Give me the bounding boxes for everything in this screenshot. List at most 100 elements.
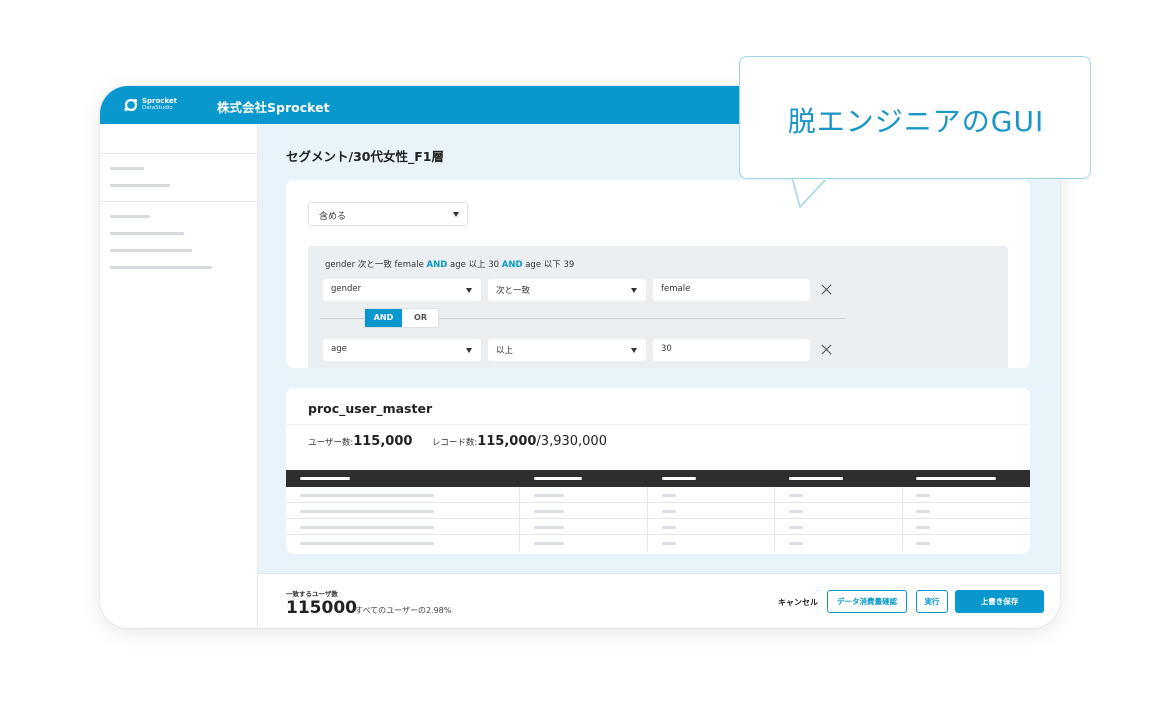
value-input[interactable]: 30	[653, 339, 810, 361]
chevron-down-icon	[631, 288, 637, 293]
cancel-button[interactable]: キャンセル	[778, 597, 818, 608]
table-cell	[916, 526, 930, 529]
summary-text: age 以上 30	[447, 260, 502, 270]
column-header[interactable]	[916, 477, 996, 480]
chevron-down-icon	[453, 212, 459, 217]
table-cell	[300, 542, 434, 545]
logo-subtitle: DataStudio	[142, 105, 173, 111]
footer-bar: 一致するユーザ数 115000 すべてのユーザーの2.98% キャンセル データ…	[258, 573, 1060, 628]
table-cell	[534, 510, 564, 513]
users-label: ユーザー数:	[308, 438, 354, 448]
field-select-value: age	[331, 344, 347, 354]
run-button[interactable]: 実行	[916, 590, 948, 613]
match-count: 115000	[286, 598, 357, 618]
records-label: レコード数:	[431, 438, 478, 448]
sidebar-item-placeholder[interactable]	[110, 266, 212, 269]
main-content: セグメント/30代女性_F1層 含める gender 次と一致 female A…	[258, 124, 1060, 573]
table-row[interactable]	[286, 487, 1030, 503]
sidebar-item-placeholder[interactable]	[110, 215, 150, 218]
field-select[interactable]: age	[323, 339, 481, 361]
field-select-value: gender	[331, 284, 362, 294]
sidebar-divider	[100, 201, 258, 202]
table-header	[286, 470, 1030, 487]
table-cell	[300, 526, 434, 529]
table-cell	[662, 542, 676, 545]
table-name: proc_user_master	[308, 401, 433, 416]
condition-group: gender 次と一致 female AND age 以上 30 AND age…	[308, 246, 1008, 368]
and-toggle-button[interactable]: AND	[365, 309, 402, 327]
table-cell	[789, 542, 803, 545]
sidebar-item-placeholder[interactable]	[110, 184, 170, 187]
table-row[interactable]	[286, 519, 1030, 535]
column-header[interactable]	[789, 477, 843, 480]
table-cell	[789, 494, 803, 497]
close-icon[interactable]	[820, 343, 834, 357]
or-toggle-button[interactable]: OR	[402, 309, 439, 327]
page-title: セグメント/30代女性_F1層	[286, 149, 444, 164]
table-cell	[789, 510, 803, 513]
table-cell	[534, 542, 564, 545]
summary-keyword: AND	[501, 260, 523, 270]
column-divider	[647, 487, 648, 551]
operator-select[interactable]: 以上	[488, 339, 646, 361]
column-header[interactable]	[662, 477, 696, 480]
close-icon[interactable]	[820, 283, 834, 297]
column-header[interactable]	[300, 477, 350, 480]
table-row[interactable]	[286, 503, 1030, 519]
card-divider	[286, 424, 1030, 425]
users-count: 115,000	[353, 434, 413, 449]
column-header[interactable]	[534, 477, 582, 480]
condition-summary: gender 次と一致 female AND age 以上 30 AND age…	[325, 258, 574, 270]
table-cell	[662, 526, 676, 529]
callout-tail	[791, 177, 830, 209]
include-select[interactable]: 含める	[308, 202, 468, 226]
value-input[interactable]: female	[653, 279, 810, 301]
value-input-text: female	[661, 284, 691, 294]
operator-select-value: 次と一致	[496, 286, 531, 296]
sidebar-item-placeholder[interactable]	[110, 232, 184, 235]
records-count: 115,000	[477, 434, 537, 449]
chevron-down-icon	[466, 288, 472, 293]
include-select-value: 含める	[319, 212, 347, 222]
table-cell	[916, 510, 930, 513]
sprocket-logo-icon	[124, 98, 138, 112]
table-cell	[789, 526, 803, 529]
table-cell	[916, 494, 930, 497]
company-name: 株式会社Sprocket	[217, 100, 330, 115]
save-button[interactable]: 上書き保存	[955, 590, 1044, 613]
sidebar-item-placeholder[interactable]	[110, 167, 144, 170]
match-percent: すべてのユーザーの2.98%	[355, 606, 452, 615]
sidebar-divider	[100, 153, 258, 154]
table-card: proc_user_master ユーザー数:115,000 レコード数:115…	[286, 388, 1030, 554]
table-cell	[662, 510, 676, 513]
table-cell	[916, 542, 930, 545]
table-cell	[662, 494, 676, 497]
sidebar	[100, 124, 258, 628]
table-cell	[300, 494, 434, 497]
value-input-text: 30	[661, 344, 672, 354]
chevron-down-icon	[466, 348, 472, 353]
summary-text: gender 次と一致 female	[325, 260, 427, 270]
column-divider	[774, 487, 775, 551]
table-cell	[534, 494, 564, 497]
table-cell	[300, 510, 434, 513]
callout-bubble: 脱エンジニアのGUI	[739, 56, 1091, 179]
condition-card: 含める gender 次と一致 female AND age 以上 30 AND…	[286, 180, 1030, 368]
table-row[interactable]	[286, 535, 1030, 551]
field-select[interactable]: gender	[323, 279, 481, 301]
table-stats: ユーザー数:115,000 レコード数:115,000/3,930,000	[308, 434, 607, 449]
summary-text: age 以下 39	[522, 260, 575, 270]
callout-text: 脱エンジニアのGUI	[787, 105, 1045, 138]
operator-select[interactable]: 次と一致	[488, 279, 646, 301]
operator-select-value: 以上	[496, 346, 514, 356]
summary-keyword: AND	[426, 260, 448, 270]
chevron-down-icon	[631, 348, 637, 353]
check-usage-button[interactable]: データ消費量確認	[827, 590, 907, 613]
table-cell	[534, 526, 564, 529]
and-or-toggle: AND OR	[364, 308, 439, 328]
app-logo[interactable]: Sprocket DataStudio	[124, 97, 194, 115]
column-divider	[519, 487, 520, 551]
match-label: 一致するユーザ数	[286, 590, 338, 598]
logo-name: Sprocket	[142, 97, 178, 105]
sidebar-item-placeholder[interactable]	[110, 249, 192, 252]
